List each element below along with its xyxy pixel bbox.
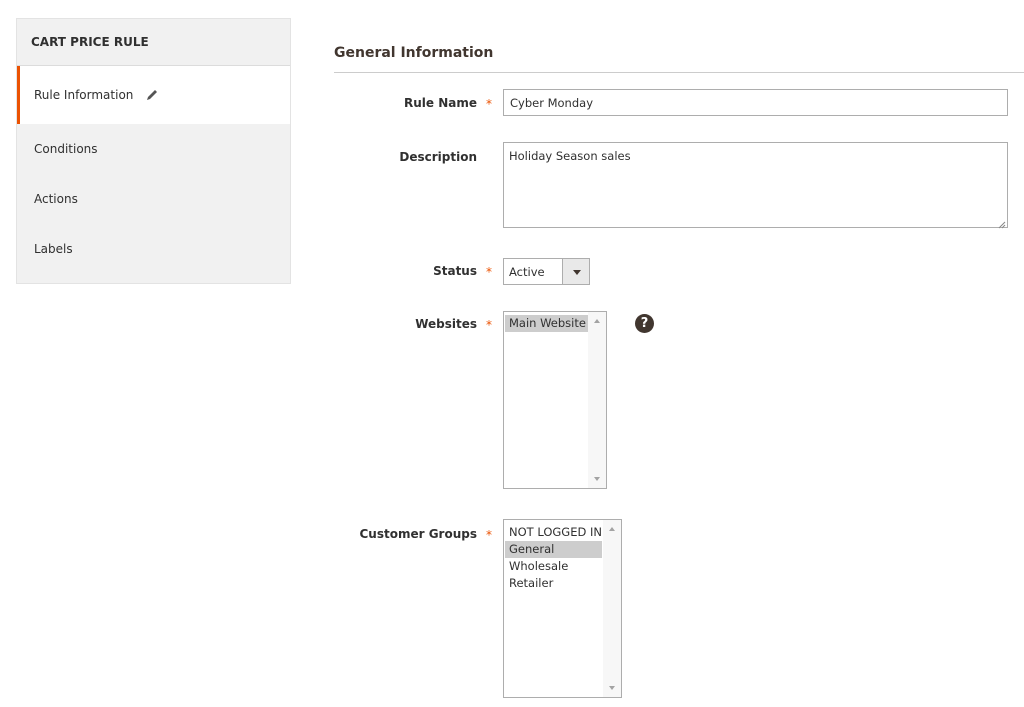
sidebar-item-label: Rule Information — [34, 88, 134, 102]
sidebar-item-label: Labels — [34, 242, 73, 256]
section-divider — [334, 72, 1024, 73]
customer-groups-scrollbar[interactable] — [603, 520, 621, 697]
section-title: General Information — [334, 45, 494, 61]
rule-name-value: Cyber Monday — [510, 95, 593, 110]
resize-grip-icon[interactable] — [998, 218, 1006, 229]
sidebar-title: CART PRICE RULE — [17, 19, 290, 66]
sidebar-item-label: Actions — [34, 192, 78, 206]
websites-multiselect[interactable]: Main Website — [503, 311, 607, 489]
description-label: Description — [399, 150, 477, 164]
customer-group-option[interactable]: General — [505, 541, 602, 558]
scroll-up-icon[interactable] — [594, 319, 600, 323]
pencil-icon — [145, 88, 159, 102]
sidebar-item-label: Conditions — [34, 142, 98, 156]
sidebar-item-actions[interactable]: Actions — [17, 174, 290, 224]
customer-group-option[interactable]: Retailer — [505, 575, 602, 592]
customer-groups-multiselect[interactable]: NOT LOGGED IN General Wholesale Retailer — [503, 519, 622, 698]
websites-label: Websites — [415, 317, 477, 331]
customer-group-option[interactable]: NOT LOGGED IN — [505, 524, 602, 541]
sidebar-item-rule-information[interactable]: Rule Information — [17, 66, 290, 124]
required-asterisk: * — [486, 97, 492, 111]
customer-groups-label: Customer Groups — [359, 527, 478, 541]
question-circle-icon[interactable]: ? — [635, 314, 654, 333]
websites-scrollbar[interactable] — [588, 312, 606, 488]
customer-group-option[interactable]: Wholesale — [505, 558, 602, 575]
sidebar-item-labels[interactable]: Labels — [17, 224, 290, 274]
rule-name-input[interactable]: Cyber Monday — [503, 89, 1008, 116]
sidebar: CART PRICE RULE Rule Information Conditi… — [16, 18, 291, 284]
status-label: Status — [433, 264, 477, 278]
scroll-down-icon[interactable] — [594, 477, 600, 481]
scroll-up-icon[interactable] — [609, 527, 615, 531]
rule-name-label: Rule Name — [404, 96, 477, 110]
chevron-down-icon[interactable] — [562, 259, 589, 284]
required-asterisk: * — [486, 528, 492, 542]
scroll-down-icon[interactable] — [609, 686, 615, 690]
sidebar-item-conditions[interactable]: Conditions — [17, 124, 290, 174]
required-asterisk: * — [486, 265, 492, 279]
required-asterisk: * — [486, 318, 492, 332]
description-textarea[interactable]: Holiday Season sales — [503, 142, 1008, 229]
websites-option[interactable]: Main Website — [505, 315, 590, 332]
status-select[interactable]: Active — [503, 258, 590, 285]
description-value: Holiday Season sales — [509, 149, 631, 163]
status-value: Active — [509, 265, 545, 279]
